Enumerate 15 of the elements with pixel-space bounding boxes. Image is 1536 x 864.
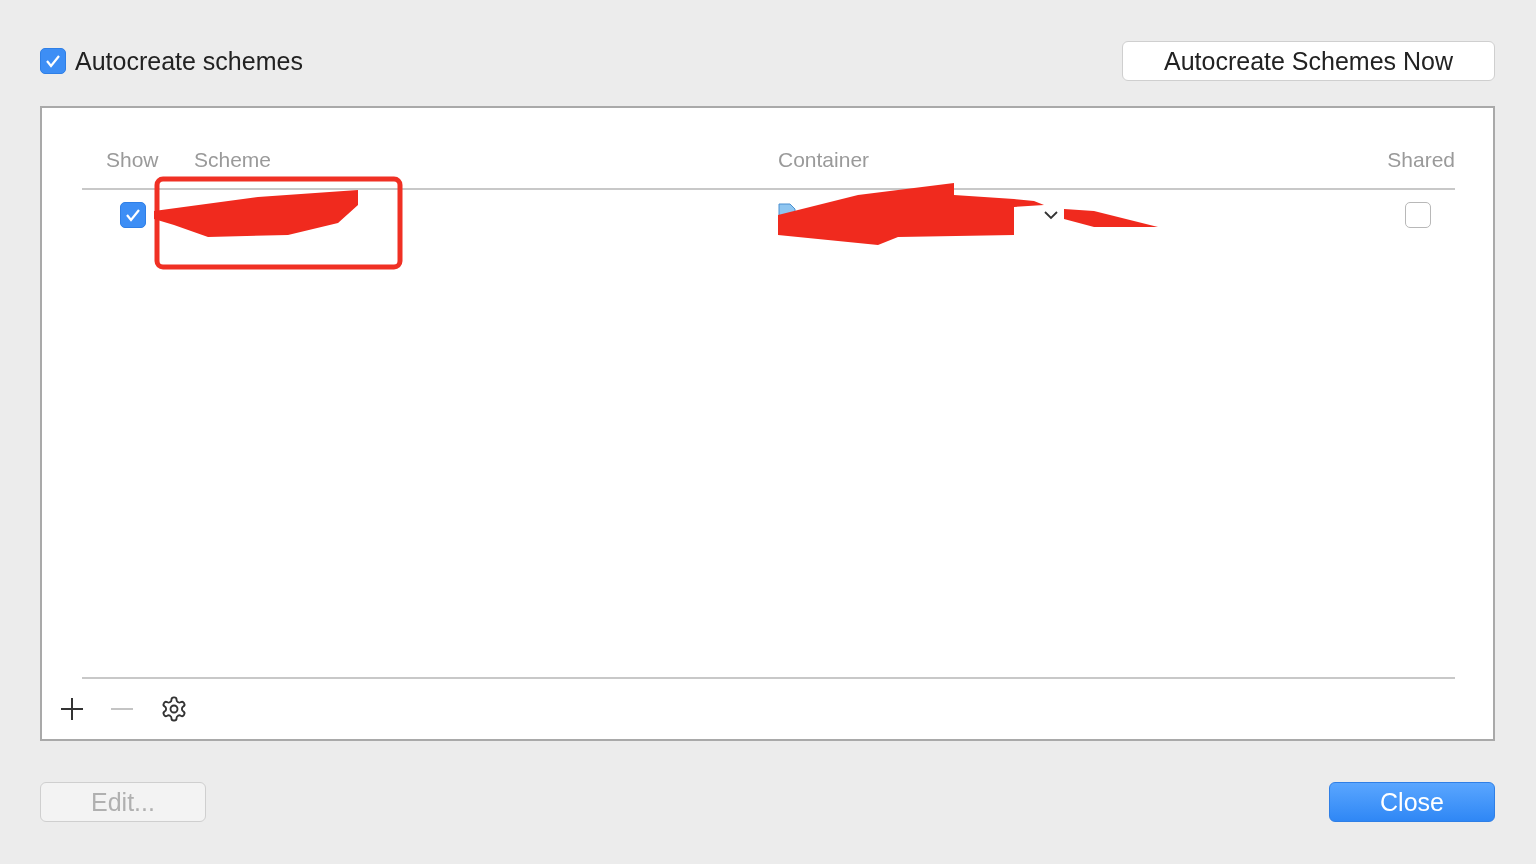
- chevron-down-icon[interactable]: [1044, 210, 1058, 220]
- checkbox[interactable]: [120, 202, 146, 228]
- check-icon: [45, 54, 61, 68]
- column-header: Scheme: [194, 148, 273, 172]
- checkbox-label: Autocreate schemes: [75, 46, 303, 76]
- column-header: Shared: [1386, 148, 1455, 172]
- checkbox[interactable]: [40, 48, 66, 74]
- autocreate-now-button[interactable]: Autocreate Schemes Now: [1122, 41, 1495, 81]
- check-icon: [125, 208, 141, 222]
- close-button[interactable]: Close: [1329, 782, 1495, 822]
- column-header: Container: [778, 148, 871, 172]
- column-header: Show: [105, 148, 160, 172]
- checkbox[interactable]: [1405, 202, 1431, 228]
- plus-icon[interactable]: [60, 697, 84, 721]
- settings-icon[interactable]: [160, 695, 188, 723]
